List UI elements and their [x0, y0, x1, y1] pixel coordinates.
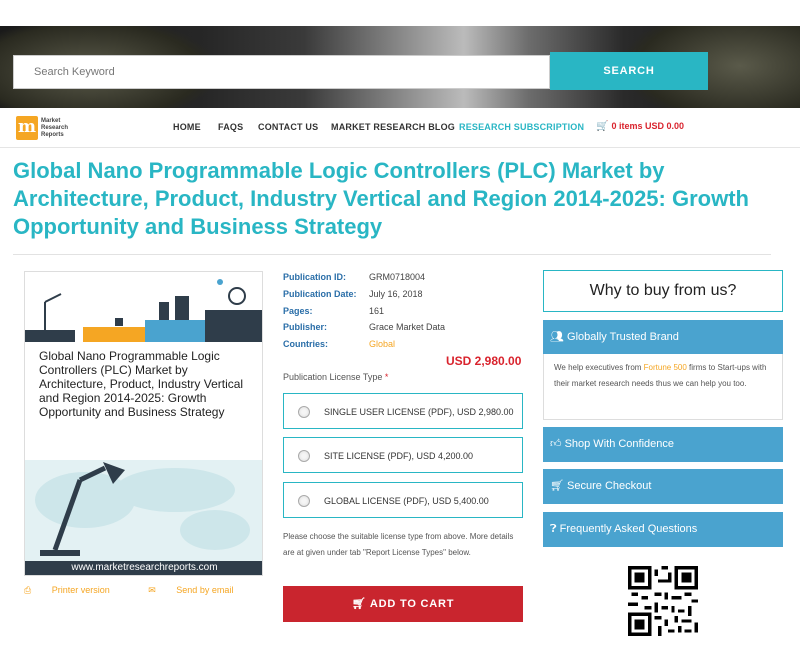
cover-map	[25, 460, 262, 575]
cart-icon: 🛒	[596, 121, 609, 132]
meta-value: Grace Market Data	[369, 322, 446, 332]
printer-icon: ⎙	[24, 585, 34, 595]
title-divider	[13, 254, 771, 255]
globally-trusted-panel-header[interactable]: 👥︎ Globally Trusted Brand	[543, 320, 783, 354]
cover-illustration	[25, 279, 262, 342]
meta-label: Publication Date:	[283, 289, 357, 299]
cart-link[interactable]: 🛒 0 items USD 0.00	[596, 121, 684, 132]
nav-home[interactable]: HOME	[173, 122, 201, 132]
cart-summary: 0 items USD 0.00	[611, 121, 684, 131]
license-option-single-user[interactable]: SINGLE USER LICENSE (PDF), USD 2,980.00	[283, 393, 523, 429]
printer-version-link[interactable]: ⎙ Printer version	[24, 585, 128, 595]
radio-button[interactable]	[298, 450, 310, 462]
add-to-cart-button[interactable]: 🛒︎ ADD TO CART	[283, 586, 523, 622]
shop-with-confidence-label: Shop With Confidence	[564, 438, 675, 450]
main-navbar: m Market Research Reports HOME FAQS CONT…	[0, 108, 800, 148]
send-by-email-link[interactable]: ✉ Send by email	[148, 585, 251, 595]
users-icon: 👥︎	[550, 331, 568, 343]
license-option-label: SINGLE USER LICENSE (PDF), USD 2,980.00	[324, 407, 514, 417]
add-to-cart-label: ADD TO CART	[369, 598, 455, 610]
fortune-500-link[interactable]: Fortune 500	[644, 363, 687, 372]
meta-label: Publisher:	[283, 322, 328, 332]
globally-trusted-label: Globally Trusted Brand	[567, 331, 679, 343]
license-type-label: Publication License Type *	[283, 372, 388, 382]
nav-research-subscription[interactable]: RESEARCH SUBSCRIPTION	[459, 122, 584, 132]
secure-checkout-panel[interactable]: 🛒︎ Secure Checkout	[543, 469, 783, 504]
meta-label: Publication ID:	[283, 272, 346, 282]
required-mark: *	[384, 372, 389, 382]
trusted-text-start: We help executives from	[554, 363, 644, 372]
logo-line-3: Reports	[41, 132, 64, 138]
qr-code	[628, 566, 698, 636]
logo-mark: m	[16, 116, 38, 140]
logo-line-2: Research	[41, 125, 69, 131]
why-buy-heading: Why to buy from us?	[543, 270, 783, 312]
globally-trusted-panel-body: We help executives from Fortune 500 firm…	[543, 354, 783, 420]
meta-value: GRM0718004	[369, 272, 426, 282]
license-note: Please choose the suitable license type …	[283, 532, 514, 557]
nav-contact-us[interactable]: CONTACT US	[258, 122, 318, 132]
page-title: Global Nano Programmable Logic Controlle…	[13, 158, 749, 239]
meta-value: July 16, 2018	[369, 289, 423, 299]
cover-url: www.marketresearchreports.com	[25, 561, 262, 575]
faq-panel[interactable]: ❓︎ Frequently Asked Questions	[543, 512, 783, 547]
license-option-site[interactable]: SITE LICENSE (PDF), USD 4,200.00	[283, 437, 523, 473]
search-button[interactable]: SEARCH	[550, 52, 708, 90]
faq-label: Frequently Asked Questions	[559, 523, 698, 535]
send-by-email-label: Send by email	[176, 585, 234, 595]
license-type-text: Publication License Type	[283, 372, 383, 382]
email-icon: ✉	[148, 585, 159, 595]
cart-icon: 🛒︎	[550, 480, 568, 492]
thumbs-up-icon: 👍︎	[550, 438, 565, 450]
shop-with-confidence-panel[interactable]: 👍︎ Shop With Confidence	[543, 427, 783, 462]
meta-label: Countries:	[283, 339, 328, 349]
site-logo[interactable]: m Market Research Reports	[16, 116, 76, 142]
top-strip	[0, 0, 800, 26]
cover-title: Global Nano Programmable Logic Controlle…	[39, 349, 244, 419]
report-cover-image: Global Nano Programmable Logic Controlle…	[24, 271, 263, 576]
question-circle-icon: ❓︎	[550, 523, 560, 535]
nav-market-research-blog[interactable]: MARKET RESEARCH BLOG	[331, 122, 455, 132]
meta-value: 161	[369, 306, 385, 316]
radio-button[interactable]	[298, 406, 310, 418]
secure-checkout-label: Secure Checkout	[567, 480, 652, 492]
logo-text: Market Research Reports	[41, 118, 68, 139]
nav-faqs[interactable]: FAQS	[218, 122, 243, 132]
printer-version-label: Printer version	[51, 585, 110, 595]
license-option-global[interactable]: GLOBAL LICENSE (PDF), USD 5,400.00	[283, 482, 523, 518]
report-price: USD 2,980.00	[446, 354, 522, 368]
cover-links: ⎙ Printer version ✉ Send by email	[24, 585, 269, 596]
radio-button[interactable]	[298, 495, 310, 507]
logo-line-1: Market	[41, 118, 61, 124]
cover-map-graphic	[35, 462, 250, 556]
countries-link[interactable]: Global	[369, 339, 395, 349]
license-option-label: GLOBAL LICENSE (PDF), USD 5,400.00	[324, 496, 489, 506]
cart-plus-icon: 🛒︎	[351, 598, 370, 610]
search-input[interactable]: Search Keyword	[13, 55, 550, 89]
license-option-label: SITE LICENSE (PDF), USD 4,200.00	[324, 451, 474, 461]
meta-label: Pages:	[283, 306, 313, 316]
